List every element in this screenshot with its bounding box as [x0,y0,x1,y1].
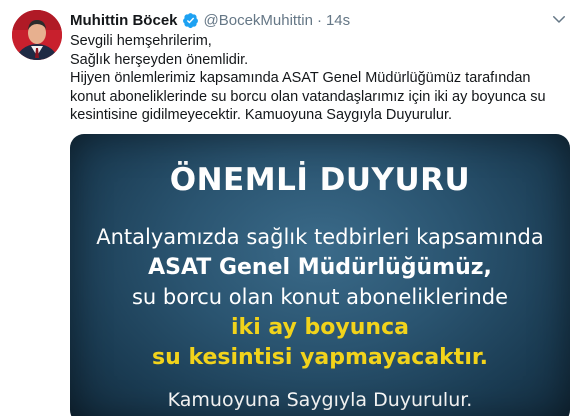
verified-badge-icon [182,12,199,29]
chevron-down-icon[interactable] [550,10,568,28]
tweet-text-line: kesintisine gidilmeyecektir. Kamuoyuna S… [70,107,453,123]
tweet-header: Muhittin Böcek @BocekMuhittin · 14s [70,10,350,30]
tweet-text-line: Sağlık herşeyden önemlidir. [70,51,249,68]
tweet-text-line: Hijyen önlemlerimiz kapsamında ASAT Gene… [70,70,531,86]
announcement-line: Antalyamızda sağlık tedbirleri kapsamınd… [96,225,544,249]
tweet: Muhittin Böcek @BocekMuhittin · 14s Sevg… [0,0,578,416]
announcement-graphic: ÖNEMLİ DUYURU Antalyamızda sağlık tedbir… [70,134,570,416]
separator-dot: · [316,11,322,29]
tweet-text-line: konut aboneliklerinde su borcu olan vata… [70,88,546,105]
tweet-text-line: Sevgili hemşehrilerim, [70,33,212,49]
tweet-media-image[interactable]: ÖNEMLİ DUYURU Antalyamızda sağlık tedbir… [70,134,570,416]
announcement-line: ASAT Genel Müdürlüğümüz, [148,255,492,280]
display-name[interactable]: Muhittin Böcek [70,12,178,29]
avatar[interactable] [12,10,62,60]
announcement-highlight-line: su kesintisi yapmayacaktır. [152,345,488,370]
announcement-highlight-line: iki ay boyunca [231,315,409,340]
tweet-timestamp[interactable]: 14s [326,12,350,29]
announcement-title: ÖNEMLİ DUYURU [169,162,471,198]
tweet-text: Sevgili hemşehrilerim, Sağlık herşeyden … [70,32,570,125]
announcement-footer: Kamuoyuna Saygıyla Duyurulur. [167,389,473,411]
user-handle[interactable]: @BocekMuhittin [204,12,313,29]
announcement-line: su borcu olan konut aboneliklerinde [131,285,509,309]
